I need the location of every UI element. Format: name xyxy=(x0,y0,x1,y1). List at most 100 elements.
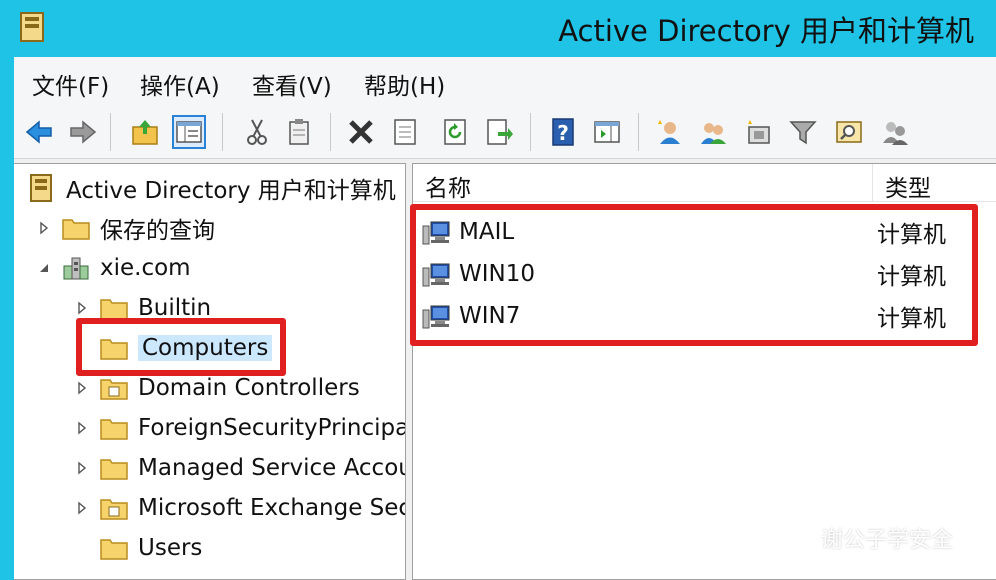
list-item[interactable]: WIN10 计算机 xyxy=(421,254,981,294)
list-item-type: 计算机 xyxy=(877,222,946,248)
expand-arrow-icon[interactable] xyxy=(72,458,92,478)
tree-item-label: xie.com xyxy=(100,255,191,281)
ou-folder-icon xyxy=(98,493,130,523)
tree-item-label: Domain Controllers xyxy=(138,375,360,401)
properties-button[interactable] xyxy=(388,115,422,149)
new-user-button[interactable] xyxy=(652,115,686,149)
menu-action[interactable]: 操作(A) xyxy=(140,67,220,101)
tree-item-label: Users xyxy=(138,535,203,561)
tree-item-saved-queries[interactable]: 保存的查询 xyxy=(34,208,215,248)
expand-arrow-icon[interactable] xyxy=(72,418,92,438)
delegate-icon xyxy=(883,122,908,145)
back-icon xyxy=(25,120,52,144)
refresh-icon xyxy=(444,119,466,145)
folder-icon xyxy=(98,533,130,563)
expand-arrow-icon[interactable] xyxy=(34,218,54,238)
column-header-name[interactable]: 名称 xyxy=(413,164,873,202)
list-pane: 名称 类型 MAIL 计算机 WIN10 计算机 WIN7 计算机 xyxy=(412,163,996,580)
show-tree-button[interactable] xyxy=(172,115,206,149)
tree-item-label: Computers xyxy=(138,335,273,361)
expand-arrow-icon[interactable] xyxy=(72,498,92,518)
delete-icon xyxy=(349,120,373,144)
console-icon xyxy=(594,121,620,143)
help-icon: ? xyxy=(552,118,574,146)
tree-item-managed-service-accounts[interactable]: Managed Service Accounts xyxy=(72,448,405,488)
toolbar-separator xyxy=(638,113,639,151)
mmc-window: 文件(F) 操作(A) 查看(V) 帮助(H) ? Active Directo… xyxy=(14,57,996,580)
tree-item-domain[interactable]: xie.com xyxy=(34,248,191,288)
svg-text:?: ? xyxy=(557,121,569,145)
folder-icon xyxy=(98,293,130,323)
tree-pane: Active Directory 用户和计算机 保存的查询 xie.com Bu… xyxy=(14,163,406,580)
tree-item-label: Managed Service Accounts xyxy=(138,455,405,481)
computer-icon xyxy=(421,301,455,331)
up-folder-icon xyxy=(132,120,158,145)
tree-item-label: 保存的查询 xyxy=(100,218,215,244)
tree-item-label: Builtin xyxy=(138,295,212,321)
properties-icon xyxy=(394,119,416,145)
title-bar: Active Directory 用户和计算机 xyxy=(0,0,996,57)
forward-button[interactable] xyxy=(66,115,100,149)
list-item[interactable]: MAIL 计算机 xyxy=(421,212,981,252)
wechat-icon xyxy=(786,527,814,549)
window-title: Active Directory 用户和计算机 xyxy=(558,14,974,48)
tree-item-domain-controllers[interactable]: Domain Controllers xyxy=(72,368,360,408)
expand-arrow-icon[interactable] xyxy=(72,378,92,398)
tree-item-builtin[interactable]: Builtin xyxy=(72,288,211,328)
ou-folder-icon xyxy=(98,373,130,403)
collapse-arrow-icon[interactable] xyxy=(34,258,54,278)
watermark: 谢公子学安全 xyxy=(785,522,953,554)
new-user-icon xyxy=(658,120,680,144)
filter-button[interactable] xyxy=(786,115,820,149)
menu-view[interactable]: 查看(V) xyxy=(252,67,332,101)
list-item-type: 计算机 xyxy=(877,264,946,290)
list-item-name: MAIL xyxy=(459,219,515,245)
tree-item-users[interactable]: Users xyxy=(98,528,202,568)
ad-snapin-icon xyxy=(26,173,58,203)
column-header-type[interactable]: 类型 xyxy=(873,164,996,202)
list-item[interactable]: WIN7 计算机 xyxy=(421,296,981,336)
forward-icon xyxy=(70,120,97,144)
domain-icon xyxy=(60,253,92,283)
find-icon xyxy=(836,121,862,143)
new-group-icon xyxy=(701,123,726,144)
tree-item-microsoft-exchange[interactable]: Microsoft Exchange Security Groups xyxy=(72,488,405,528)
tree-root[interactable]: Active Directory 用户和计算机 xyxy=(26,168,396,208)
list-item-type: 计算机 xyxy=(877,306,946,332)
cut-button[interactable] xyxy=(240,115,274,149)
tree-item-foreign-security-principals[interactable]: ForeignSecurityPrincipals xyxy=(72,408,406,448)
menu-help[interactable]: 帮助(H) xyxy=(364,67,445,101)
toolbar-separator xyxy=(222,113,223,151)
new-ou-button[interactable] xyxy=(742,115,776,149)
list-item-name: WIN10 xyxy=(459,261,535,287)
computer-icon xyxy=(421,259,455,289)
action-pane-button[interactable] xyxy=(590,115,624,149)
back-button[interactable] xyxy=(22,115,56,149)
tree-item-label: ForeignSecurityPrincipals xyxy=(138,415,406,441)
folder-icon xyxy=(98,333,130,363)
tree-item-label: Microsoft Exchange Security Groups xyxy=(138,495,405,521)
ad-app-icon xyxy=(20,12,44,42)
toolbar-separator xyxy=(530,113,531,151)
menu-bar: 文件(F) 操作(A) 查看(V) 帮助(H) xyxy=(14,57,996,103)
copy-button[interactable] xyxy=(282,115,316,149)
refresh-button[interactable] xyxy=(438,115,472,149)
export-icon xyxy=(487,119,513,145)
tree-item-computers[interactable]: Computers xyxy=(98,328,273,368)
help-button[interactable]: ? xyxy=(546,115,580,149)
new-ou-icon xyxy=(748,120,770,144)
find-button[interactable] xyxy=(832,115,866,149)
menu-file[interactable]: 文件(F) xyxy=(32,67,109,101)
watermark-text: 谢公子学安全 xyxy=(821,528,954,553)
export-list-button[interactable] xyxy=(482,115,516,149)
up-level-button[interactable] xyxy=(128,115,162,149)
folder-icon xyxy=(98,453,130,483)
folder-icon xyxy=(60,213,92,243)
toolbar-separator xyxy=(110,113,111,151)
delegate-button[interactable] xyxy=(878,115,912,149)
show-tree-icon xyxy=(176,121,202,143)
expand-arrow-icon[interactable] xyxy=(72,298,92,318)
delete-button[interactable] xyxy=(344,115,378,149)
new-group-button[interactable] xyxy=(696,115,730,149)
list-item-name: WIN7 xyxy=(459,303,521,329)
